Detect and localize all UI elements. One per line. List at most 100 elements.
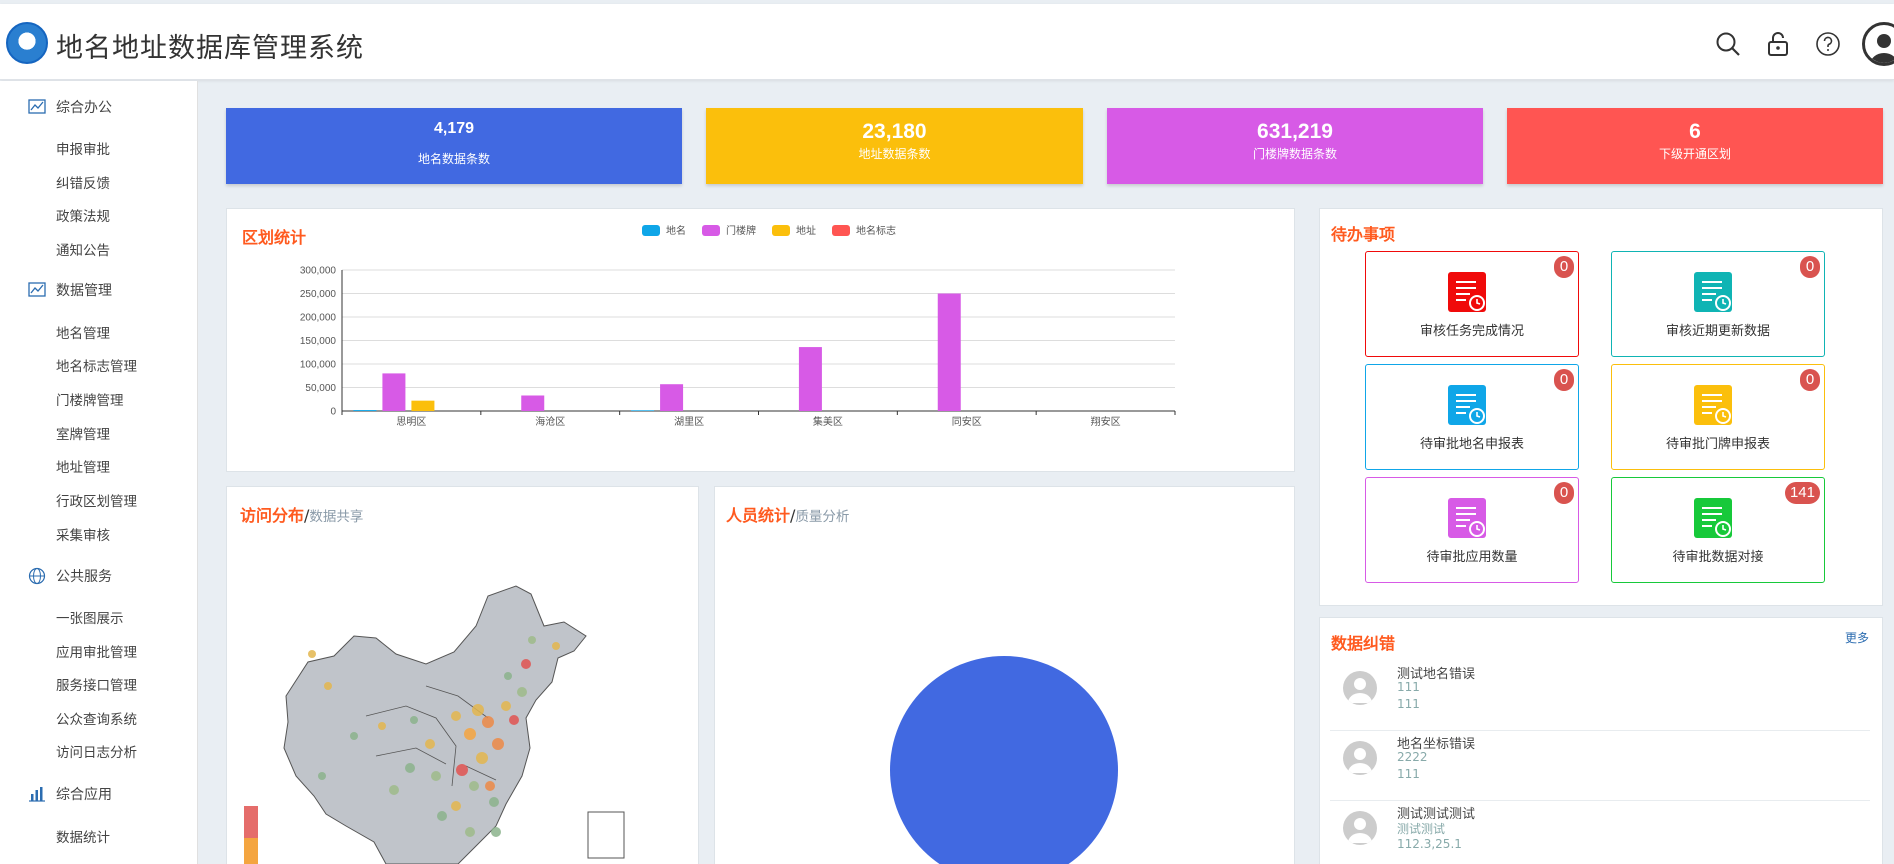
bar [521, 395, 545, 411]
sidebar-item-address[interactable]: 地址管理 [56, 456, 110, 476]
correction-detail: 111 [1397, 697, 1420, 711]
avatar [1343, 811, 1377, 845]
bar [798, 347, 822, 411]
y-tick-label: 150,000 [300, 336, 337, 347]
stat-label: 地名数据条数 [417, 152, 490, 166]
legend-label: 地名标志 [856, 224, 896, 237]
correction-item[interactable]: 测试地名错误 111 111 [1330, 661, 1870, 731]
sidebar-group-label: 综合办公 [56, 100, 112, 116]
todo-card[interactable]: 0 待审批地名申报表 [1365, 364, 1579, 470]
more-link[interactable]: 更多 [1845, 629, 1869, 646]
sidebar-item-api[interactable]: 服务接口管理 [56, 674, 137, 694]
sidebar-group-label: 公共服务 [56, 569, 112, 585]
sidebar-item-placename[interactable]: 地名管理 [56, 322, 110, 342]
search-icon[interactable] [1714, 30, 1742, 58]
stat-label: 下级开通区划 [1658, 147, 1731, 161]
sidebar-item-policy[interactable]: 政策法规 [56, 205, 110, 225]
bar [631, 410, 655, 411]
y-tick-label: 200,000 [300, 313, 337, 324]
avatar [1343, 671, 1377, 705]
correction-detail: 测试测试 [1397, 822, 1446, 836]
document-clock-icon [1448, 498, 1486, 538]
pie-slice[interactable] [890, 656, 1118, 864]
document-clock-icon [1694, 498, 1732, 538]
stat-card-doorplates[interactable]: 631,219 门楼牌数据条数 [1107, 108, 1483, 184]
top-header: 地名地址数据库管理系统 [0, 4, 1894, 80]
todo-label: 审核任务完成情况 [1419, 324, 1524, 339]
y-tick-label: 0 [330, 407, 336, 418]
bar [660, 384, 684, 411]
legend-label: 门楼牌 [726, 224, 756, 237]
sidebar-item-division[interactable]: 行政区划管理 [56, 490, 137, 510]
sidebar-item-roomplate[interactable]: 室牌管理 [56, 423, 110, 443]
sidebar-item-app-approval[interactable]: 应用审批管理 [56, 641, 137, 661]
x-tick-label: 翔安区 [1091, 415, 1121, 428]
x-tick-label: 海沧区 [535, 415, 565, 428]
count-badge: 141 [1784, 482, 1820, 504]
sidebar-item-collect-review[interactable]: 采集审核 [56, 524, 110, 544]
count-badge: 0 [1800, 369, 1820, 391]
stat-card-districts[interactable]: 6 下级开通区划 [1507, 108, 1883, 184]
sidebar-item-feedback[interactable]: 纠错反馈 [56, 172, 110, 192]
todo-card[interactable]: 0 待审批应用数量 [1365, 477, 1579, 583]
stat-label: 门楼牌数据条数 [1252, 147, 1337, 161]
document-clock-icon [1448, 272, 1486, 312]
count-badge: 0 [1554, 369, 1574, 391]
correction-detail: 2222 [1397, 750, 1428, 764]
sidebar-group-label: 数据管理 [56, 283, 112, 299]
stat-value: 6 [1689, 120, 1701, 143]
legend-label: 地名 [666, 224, 686, 237]
sidebar-group-apps[interactable]: 综合应用 [28, 782, 112, 806]
map-land [283, 585, 587, 864]
sidebar-group-label: 综合应用 [56, 787, 112, 803]
correction-item[interactable]: 测试测试测试 测试测试 112.3,25.1 [1330, 801, 1870, 864]
sidebar-item-map[interactable]: 一张图展示 [56, 607, 124, 627]
y-tick-label: 100,000 [300, 360, 337, 371]
document-clock-icon [1694, 272, 1732, 312]
stat-value: 23,180 [862, 120, 927, 143]
app-title: 地名地址数据库管理系统 [56, 33, 364, 64]
stat-card-placenames[interactable]: 4,179 地名数据条数 [226, 108, 682, 184]
todo-card[interactable]: 141 待审批数据对接 [1611, 477, 1825, 583]
sidebar-group-data[interactable]: 数据管理 [28, 278, 112, 302]
todo-label: 待审批门牌申报表 [1665, 437, 1770, 452]
sidebar-item-report-approval[interactable]: 申报审批 [56, 138, 110, 158]
sidebar-item-sign[interactable]: 地名标志管理 [56, 355, 137, 375]
stat-card-addresses[interactable]: 23,180 地址数据条数 [706, 108, 1083, 184]
sidebar-item-log[interactable]: 访问日志分析 [56, 741, 137, 761]
y-tick-label: 250,000 [300, 289, 337, 300]
user-avatar[interactable] [1862, 22, 1894, 66]
chart-icon [28, 99, 46, 114]
staff-pie-chart[interactable] [714, 486, 1295, 864]
x-tick-label: 集美区 [813, 415, 843, 428]
y-tick-label: 300,000 [300, 266, 337, 277]
sidebar-item-statistics[interactable]: 数据统计 [56, 826, 110, 846]
x-tick-label: 湖里区 [674, 416, 704, 428]
china-map[interactable] [226, 486, 699, 864]
stat-value: 4,179 [433, 120, 475, 137]
document-clock-icon [1694, 385, 1732, 425]
sidebar-item-notice[interactable]: 通知公告 [56, 239, 110, 259]
count-badge: 0 [1800, 256, 1820, 278]
correction-detail: 112.3,25.1 [1397, 837, 1462, 851]
todo-card[interactable]: 0 审核近期更新数据 [1611, 251, 1825, 357]
todo-card[interactable]: 0 待审批门牌申报表 [1611, 364, 1825, 470]
x-tick-label: 思明区 [396, 416, 426, 428]
todo-label: 待审批数据对接 [1672, 550, 1764, 565]
sidebar-group-public[interactable]: 公共服务 [28, 564, 112, 588]
legend-swatch [702, 225, 720, 236]
bar [937, 293, 961, 411]
x-tick-label: 同安区 [952, 415, 982, 428]
lock-icon[interactable] [1764, 30, 1792, 58]
sidebar-item-doorplate[interactable]: 门楼牌管理 [56, 389, 124, 409]
south-sea-inset [587, 811, 625, 859]
corrections-title: 数据纠错 [1331, 634, 1396, 653]
count-badge: 0 [1554, 482, 1574, 504]
todo-label: 待审批地名申报表 [1419, 437, 1524, 452]
correction-item[interactable]: 地名坐标错误 2222 111 [1330, 731, 1870, 801]
help-icon[interactable] [1814, 30, 1842, 58]
sidebar-item-public-query[interactable]: 公众查询系统 [56, 708, 137, 728]
stat-label: 地址数据条数 [858, 147, 931, 161]
todo-card[interactable]: 0 审核任务完成情况 [1365, 251, 1579, 357]
sidebar-group-office[interactable]: 综合办公 [28, 95, 112, 119]
